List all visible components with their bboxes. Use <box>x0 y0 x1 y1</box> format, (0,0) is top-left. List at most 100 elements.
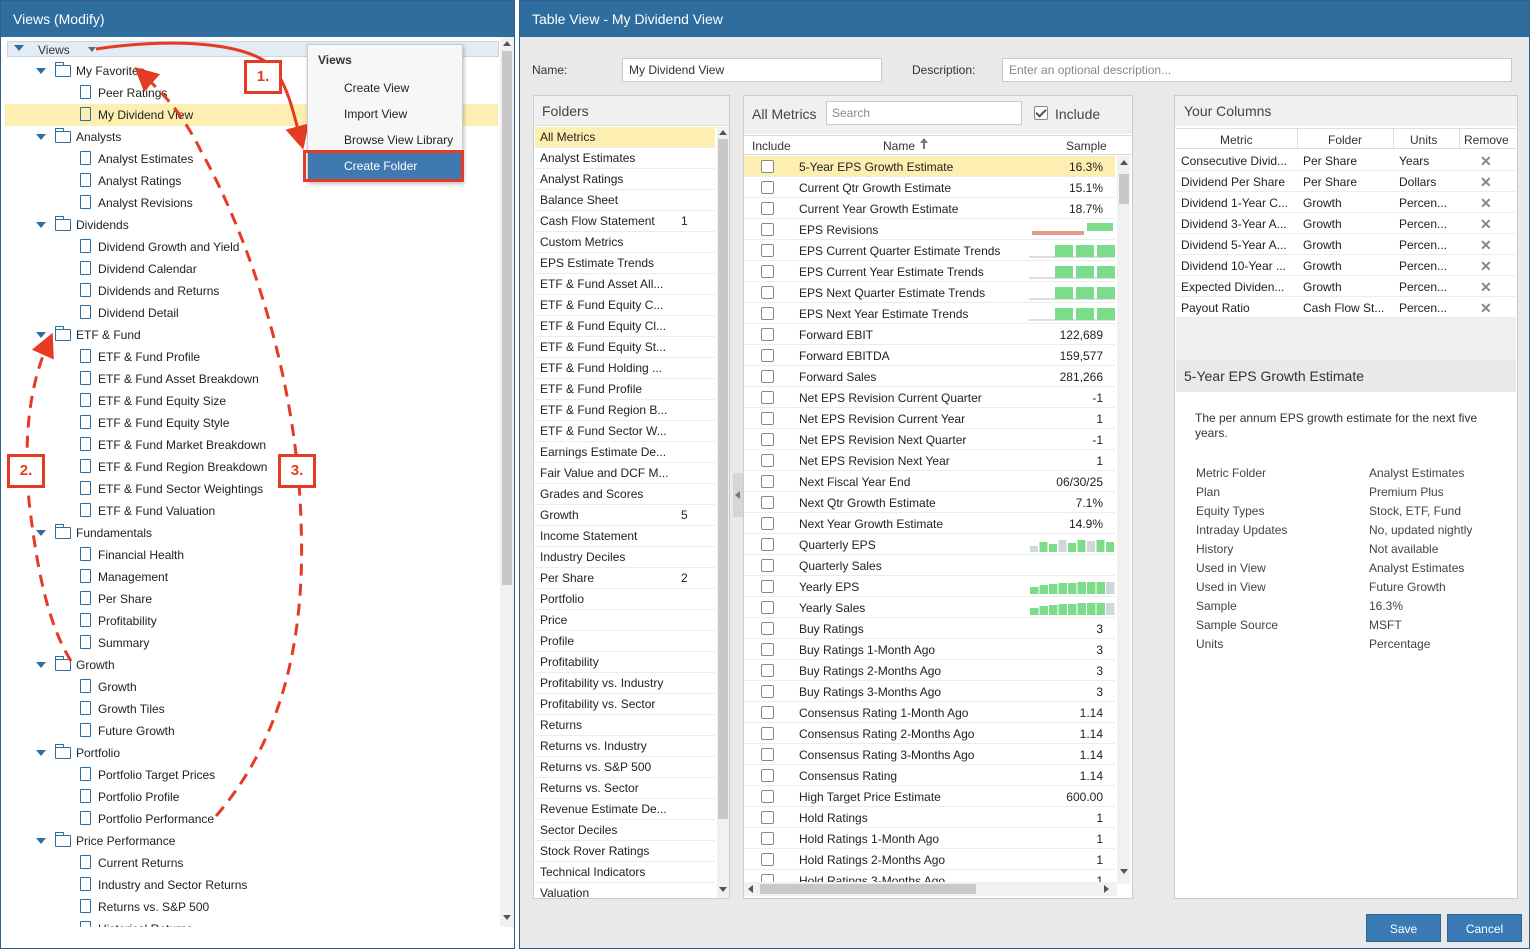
collapse-arrow-icon[interactable] <box>36 134 46 140</box>
include-checkbox[interactable] <box>761 853 774 866</box>
tree-view-growth[interactable]: Growth <box>5 676 498 698</box>
metric-row-eps-revisions[interactable]: EPS Revisions <box>744 219 1115 240</box>
save-button[interactable]: Save <box>1366 914 1441 942</box>
include-all-checkbox[interactable] <box>1034 106 1048 120</box>
include-checkbox[interactable] <box>761 517 774 530</box>
include-checkbox[interactable] <box>761 643 774 656</box>
include-checkbox[interactable] <box>761 727 774 740</box>
tree-view-etf-and-fund-equity-size[interactable]: ETF & Fund Equity Size <box>5 390 498 412</box>
include-checkbox[interactable] <box>761 601 774 614</box>
metric-row-quarterly-sales[interactable]: Quarterly Sales <box>744 555 1115 576</box>
include-checkbox[interactable] <box>761 286 774 299</box>
your-column-row[interactable]: Payout Ratio Cash Flow St... Percen... ✕ <box>1176 297 1516 318</box>
col-sample-header[interactable]: Sample <box>1066 139 1107 153</box>
folder-item-eps-estimate-trends[interactable]: EPS Estimate Trends <box>535 253 715 274</box>
include-checkbox[interactable] <box>761 223 774 236</box>
include-checkbox[interactable] <box>761 328 774 341</box>
scroll-up-icon[interactable] <box>503 41 511 46</box>
tree-view-industry-and-sector-returns[interactable]: Industry and Sector Returns <box>5 874 498 896</box>
folder-item-profitability-vs-industry[interactable]: Profitability vs. Industry <box>535 673 715 694</box>
folder-item-earnings-estimate-de[interactable]: Earnings Estimate De... <box>535 442 715 463</box>
folder-item-profitability[interactable]: Profitability <box>535 652 715 673</box>
folder-item-etf-and-fund-equity-c[interactable]: ETF & Fund Equity C... <box>535 295 715 316</box>
tree-view-etf-and-fund-sector-weightings[interactable]: ETF & Fund Sector Weightings <box>5 478 498 500</box>
menu-item-create-view[interactable]: Create View <box>308 75 462 101</box>
folders-scrollbar[interactable] <box>717 127 729 898</box>
folder-item-etf-and-fund-equity-st[interactable]: ETF & Fund Equity St... <box>535 337 715 358</box>
scroll-down-icon[interactable] <box>503 915 511 920</box>
folder-item-price[interactable]: Price <box>535 610 715 631</box>
scrollbar-thumb[interactable] <box>718 139 728 819</box>
remove-column-icon[interactable]: ✕ <box>1480 153 1492 170</box>
metric-row-forward-ebitda[interactable]: Forward EBITDA 159,577 <box>744 345 1115 366</box>
tree-view-financial-health[interactable]: Financial Health <box>5 544 498 566</box>
tree-view-profitability[interactable]: Profitability <box>5 610 498 632</box>
include-checkbox[interactable] <box>761 685 774 698</box>
folder-item-returns-vs-sector[interactable]: Returns vs. Sector <box>535 778 715 799</box>
col-include-header[interactable]: Include <box>752 139 791 153</box>
include-checkbox[interactable] <box>761 412 774 425</box>
include-checkbox[interactable] <box>761 349 774 362</box>
include-checkbox[interactable] <box>761 265 774 278</box>
collapse-arrow-icon[interactable] <box>36 838 46 844</box>
folder-item-etf-and-fund-profile[interactable]: ETF & Fund Profile <box>535 379 715 400</box>
remove-column-icon[interactable]: ✕ <box>1480 258 1492 275</box>
menu-item-import-view[interactable]: Import View <box>308 101 462 127</box>
scroll-up-icon[interactable] <box>719 130 727 135</box>
include-checkbox[interactable] <box>761 433 774 446</box>
folder-item-etf-and-fund-region-b[interactable]: ETF & Fund Region B... <box>535 400 715 421</box>
your-column-row[interactable]: Dividend 1-Year C... Growth Percen... ✕ <box>1176 192 1516 213</box>
tree-folder-growth[interactable]: Growth <box>5 654 498 676</box>
your-column-row[interactable]: Expected Dividen... Growth Percen... ✕ <box>1176 276 1516 297</box>
scroll-left-icon[interactable] <box>748 885 753 893</box>
folder-item-stock-rover-ratings[interactable]: Stock Rover Ratings <box>535 841 715 862</box>
include-checkbox[interactable] <box>761 769 774 782</box>
scrollbar-thumb[interactable] <box>760 884 976 894</box>
tree-folder-portfolio[interactable]: Portfolio <box>5 742 498 764</box>
folder-item-profitability-vs-sector[interactable]: Profitability vs. Sector <box>535 694 715 715</box>
tree-view-growth-tiles[interactable]: Growth Tiles <box>5 698 498 720</box>
metrics-horizontal-scrollbar[interactable] <box>744 882 1117 896</box>
tree-view-summary[interactable]: Summary <box>5 632 498 654</box>
metric-row-current-qtr-growth-estimate[interactable]: Current Qtr Growth Estimate 15.1% <box>744 177 1115 198</box>
metric-row-eps-current-year-estimate-trends[interactable]: EPS Current Year Estimate Trends <box>744 261 1115 282</box>
folder-item-per-share[interactable]: Per Share 2 <box>535 568 715 589</box>
scroll-down-icon[interactable] <box>719 887 727 892</box>
scrollbar-thumb[interactable] <box>1119 174 1129 204</box>
scroll-up-icon[interactable] <box>1120 160 1128 165</box>
collapse-arrow-icon[interactable] <box>36 222 46 228</box>
remove-column-icon[interactable]: ✕ <box>1480 174 1492 191</box>
collapse-arrow-icon[interactable] <box>36 530 46 536</box>
tree-view-per-share[interactable]: Per Share <box>5 588 498 610</box>
description-input[interactable]: Enter an optional description... <box>1002 58 1512 82</box>
metric-row-eps-next-quarter-estimate-trends[interactable]: EPS Next Quarter Estimate Trends <box>744 282 1115 303</box>
metric-row-hold-ratings[interactable]: Hold Ratings 1 <box>744 807 1115 828</box>
folder-item-growth[interactable]: Growth 5 <box>535 505 715 526</box>
include-checkbox[interactable] <box>761 811 774 824</box>
folder-item-returns-vs-industry[interactable]: Returns vs. Industry <box>535 736 715 757</box>
tree-view-management[interactable]: Management <box>5 566 498 588</box>
folder-item-balance-sheet[interactable]: Balance Sheet <box>535 190 715 211</box>
folder-item-custom-metrics[interactable]: Custom Metrics <box>535 232 715 253</box>
include-checkbox[interactable] <box>761 370 774 383</box>
include-checkbox[interactable] <box>761 706 774 719</box>
metric-row-net-eps-revision-current-year[interactable]: Net EPS Revision Current Year 1 <box>744 408 1115 429</box>
tree-view-etf-and-fund-market-breakdown[interactable]: ETF & Fund Market Breakdown <box>5 434 498 456</box>
metric-row-net-eps-revision-current-quarter[interactable]: Net EPS Revision Current Quarter -1 <box>744 387 1115 408</box>
tree-view-dividend-calendar[interactable]: Dividend Calendar <box>5 258 498 280</box>
remove-column-icon[interactable]: ✕ <box>1480 237 1492 254</box>
folder-item-income-statement[interactable]: Income Statement <box>535 526 715 547</box>
remove-column-icon[interactable]: ✕ <box>1480 279 1492 296</box>
folder-item-grades-and-scores[interactable]: Grades and Scores <box>535 484 715 505</box>
folder-item-analyst-ratings[interactable]: Analyst Ratings <box>535 169 715 190</box>
metric-row-quarterly-eps[interactable]: Quarterly EPS <box>744 534 1115 555</box>
folder-item-profile[interactable]: Profile <box>535 631 715 652</box>
folder-item-valuation[interactable]: Valuation <box>535 883 715 904</box>
your-column-row[interactable]: Dividend 10-Year ... Growth Percen... ✕ <box>1176 255 1516 276</box>
col-units-header[interactable]: Units <box>1410 133 1437 147</box>
folder-item-portfolio[interactable]: Portfolio <box>535 589 715 610</box>
tree-folder-dividends[interactable]: Dividends <box>5 214 498 236</box>
remove-column-icon[interactable]: ✕ <box>1480 195 1492 212</box>
collapse-arrow-icon[interactable] <box>36 750 46 756</box>
metric-row-consensus-rating-2-months-ago[interactable]: Consensus Rating 2-Months Ago 1.14 <box>744 723 1115 744</box>
